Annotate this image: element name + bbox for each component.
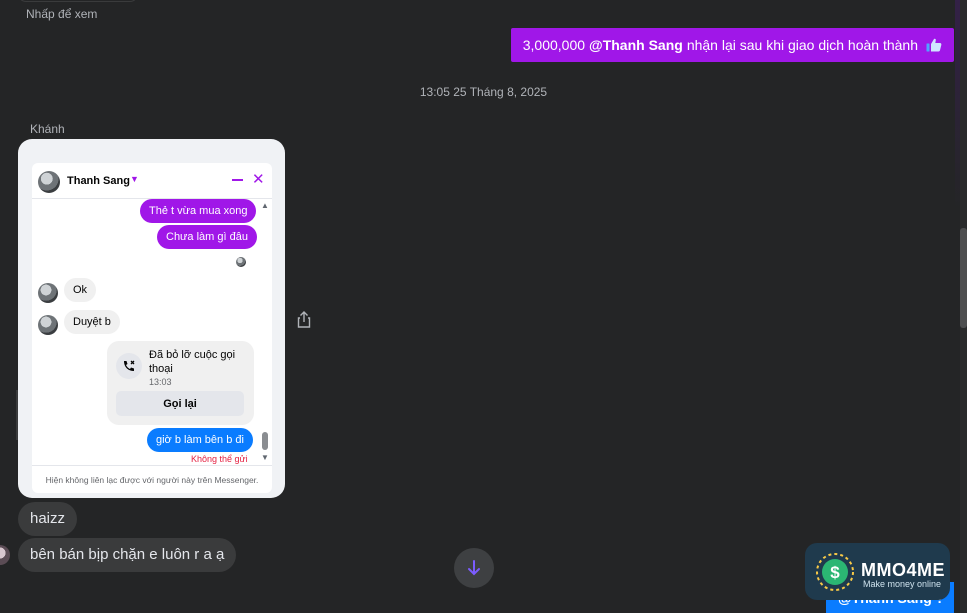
image-attachment[interactable]: Thanh Sang ▼ ✕ Thẻ t vừa mua xong Chưa l… xyxy=(18,139,285,498)
send-failed-text: Không thể gửi xyxy=(191,454,248,464)
message-timestamp: 13:05 25 Tháng 8, 2025 xyxy=(419,85,548,99)
outgoing-message[interactable]: 3,000,000 @Thanh Sang nhận lại sau khi g… xyxy=(510,28,954,62)
avatar xyxy=(38,315,58,335)
svg-text:$: $ xyxy=(830,563,840,582)
scroll-down-icon: ▼ xyxy=(261,453,269,462)
chevron-down-icon: ▼ xyxy=(130,174,139,184)
amount-text: 3,000,000 xyxy=(522,37,586,53)
missed-call-icon xyxy=(116,353,142,379)
tap-to-view-hint[interactable]: Nhấp để xem xyxy=(26,7,97,21)
close-icon: ✕ xyxy=(252,171,265,188)
avatar xyxy=(38,283,58,303)
embedded-message: Chưa làm gì đâu xyxy=(157,225,257,249)
scrollbar-thumb[interactable] xyxy=(960,228,967,328)
seen-avatar xyxy=(236,257,246,267)
mention-thanh-sang[interactable]: @Thanh Sang xyxy=(589,37,683,53)
embedded-message: Ok xyxy=(64,278,97,302)
contact-name: Thanh Sang xyxy=(67,175,130,187)
avatar[interactable] xyxy=(0,545,10,565)
sender-name: Khánh xyxy=(30,122,65,136)
scroll-to-bottom-button[interactable] xyxy=(454,548,494,588)
scrollbar: ▲ ▼ xyxy=(259,199,271,464)
dollar-coin-icon: $ xyxy=(816,553,854,591)
watermark-tagline: Make money online xyxy=(863,579,942,589)
message-text: nhận lại sau khi giao dịch hoàn thành xyxy=(686,37,918,53)
watermark-logo: $ MMO4ME Make money online xyxy=(805,543,950,600)
scroll-up-icon: ▲ xyxy=(261,201,269,210)
minimize-icon xyxy=(232,179,243,181)
embedded-message: Duyệt b xyxy=(64,310,120,334)
previous-attachment[interactable] xyxy=(18,0,138,2)
embedded-chat-screenshot: Thanh Sang ▼ ✕ Thẻ t vừa mua xong Chưa l… xyxy=(32,163,272,493)
scrollbar-thumb xyxy=(262,432,268,450)
embedded-chat-header: Thanh Sang ▼ ✕ xyxy=(32,163,272,199)
missed-call-card: Đã bỏ lỡ cuộc gọi thoại 13:03 Gọi lại xyxy=(107,341,254,425)
share-icon[interactable] xyxy=(296,311,312,328)
embedded-message: giờ b làm bên b đi xyxy=(147,428,253,452)
incoming-message[interactable]: haizz xyxy=(18,502,78,536)
call-time: 13:03 xyxy=(149,377,172,387)
incoming-message[interactable]: bên bán bịp chặn e luôn r a ạ xyxy=(18,538,237,572)
embedded-footer: Hiện không liên lạc được với người này t… xyxy=(32,465,272,493)
chat-window: Nhấp để xem 3,000,000 @Thanh Sang nhận l… xyxy=(0,0,967,613)
arrow-down-icon xyxy=(468,560,480,576)
thumbs-up-icon xyxy=(926,38,942,52)
avatar xyxy=(38,171,60,193)
call-title: Đã bỏ lỡ cuộc gọi thoại xyxy=(149,349,236,375)
embedded-message: Thẻ t vừa mua xong xyxy=(140,199,257,223)
call-back-button: Gọi lại xyxy=(116,391,244,416)
watermark-brand: MMO4ME xyxy=(861,560,945,580)
